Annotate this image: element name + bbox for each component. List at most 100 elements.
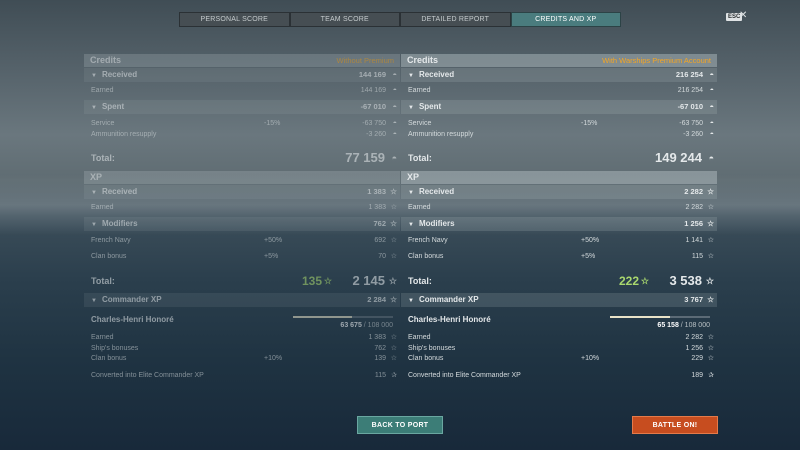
xp-total-value: 3 538	[669, 273, 702, 288]
navy-row: French Navy +50% 692 ☆	[84, 235, 400, 246]
commander-xp-section[interactable]: ▼ Commander XP 2 284 ☆	[84, 293, 400, 307]
chevron-down-icon: ▼	[91, 298, 97, 304]
clan-bonus-row: Clan bonus +5% 70 ☆	[84, 251, 400, 262]
chevron-down-icon: ▼	[408, 190, 414, 196]
cmd-earned-row: Earned 1 383 ☆	[84, 332, 400, 343]
chevron-down-icon: ▼	[91, 105, 97, 111]
credits-received-section[interactable]: ▼ Received 216 254 ◓	[401, 68, 717, 82]
modifiers-value: 1 256	[684, 219, 703, 228]
tab-detailed-report[interactable]: DETAILED REPORT	[400, 12, 511, 27]
earned-value: 144 169	[360, 87, 386, 94]
chevron-down-icon: ▼	[408, 222, 414, 228]
elite-xp-row: Converted into Elite Commander XP 115 ✰	[84, 370, 400, 381]
spent-label: Spent	[418, 102, 442, 111]
xp-earned-value: 2 282	[685, 204, 703, 211]
credits-earned-row: Earned 144 169 ◓	[84, 85, 400, 96]
service-row: Service -15% -63 750 ◓	[84, 118, 400, 129]
chevron-down-icon: ▼	[91, 190, 97, 196]
account-type-label: Without Premium	[336, 56, 394, 65]
credits-earned-row: Earned 216 254 ◓	[401, 85, 717, 96]
xp-earned-value: 1 383	[368, 204, 386, 211]
service-percent: -15%	[264, 120, 281, 127]
star-icon: ☆	[390, 355, 397, 362]
star-icon: ☆	[707, 295, 714, 304]
star-icon: ☆	[390, 204, 397, 211]
battle-on-button[interactable]: BATTLE ON!	[632, 416, 718, 434]
commander-xp-progress-fill	[293, 316, 352, 318]
xp-earned-row: Earned 1 383 ☆	[84, 202, 400, 213]
service-percent: -15%	[581, 120, 598, 127]
credits-spent-section[interactable]: ▼ Spent -67 010 ◓	[84, 100, 400, 114]
cmd-earned-label: Earned	[408, 334, 431, 341]
xp-received-label: Received	[101, 187, 138, 196]
ship-bonus-label: Ship's bonuses	[408, 345, 456, 352]
clan-percent: +5%	[264, 253, 279, 260]
credits-received-section[interactable]: ▼ Received 144 169 ◓	[84, 68, 400, 82]
xp-received-section[interactable]: ▼ Received 1 383 ☆	[84, 185, 400, 199]
tab-personal-score[interactable]: PERSONAL SCORE	[179, 12, 290, 27]
free-xp-value: 222	[618, 274, 639, 288]
cmd-clan-percent: +10%	[581, 355, 600, 362]
xp-total-label: Total:	[91, 276, 115, 286]
navy-label: French Navy	[408, 237, 448, 244]
credits-spent-section[interactable]: ▼ Spent -67 010 ◓	[401, 100, 717, 114]
xp-title: XP	[90, 172, 103, 182]
ammo-value: -3 260	[366, 131, 386, 138]
xp-header: XP	[401, 171, 717, 184]
commander-name: Charles-Henri Honoré	[408, 315, 491, 324]
commander-row: Charles-Henri Honoré 63 675 / 108 000	[84, 313, 400, 329]
commander-name: Charles-Henri Honoré	[91, 315, 174, 324]
free-xp-star-icon: ☆	[640, 276, 649, 286]
back-to-port-button[interactable]: BACK TO PORT	[357, 416, 443, 434]
credits-total-row: Total: 77 159 ◓	[84, 146, 400, 170]
xp-earned-row: Earned 2 282 ☆	[401, 202, 717, 213]
coin-icon: ◓	[392, 120, 397, 127]
chevron-down-icon: ▼	[91, 73, 97, 79]
tab-credits-and-xp[interactable]: CREDITS AND XP	[510, 12, 621, 27]
coin-icon: ◓	[391, 153, 397, 163]
coin-icon: ◓	[708, 153, 714, 163]
xp-header: XP	[84, 171, 400, 184]
commander-xp-section[interactable]: ▼ Commander XP 3 767 ☆	[401, 293, 717, 307]
star-icon: ☆	[388, 276, 397, 286]
star-icon: ☆	[390, 187, 397, 196]
xp-received-section[interactable]: ▼ Received 2 282 ☆	[401, 185, 717, 199]
service-value: -63 750	[362, 120, 386, 127]
cmd-earned-value: 2 282	[685, 334, 703, 341]
navy-percent: +50%	[581, 237, 600, 244]
cmd-clan-label: Clan bonus	[91, 355, 127, 362]
star-icon: ☆	[707, 237, 714, 244]
ammo-label: Ammunition resupply	[91, 131, 157, 138]
chevron-down-icon: ▼	[408, 298, 414, 304]
xp-total-row: Total: 135 ☆ 2 145 ☆	[84, 269, 400, 293]
column-without-premium: Credits Without Premium ▼ Received 144 169 ◓…	[84, 54, 400, 389]
xp-received-value: 2 282	[684, 187, 703, 196]
coin-icon: ◓	[709, 70, 714, 79]
star-icon: ☆	[390, 253, 397, 260]
column-with-premium: Credits With Warships Premium Account ▼ Re…	[401, 54, 717, 389]
commander-xp-max: / 108 000	[680, 322, 710, 329]
tab-team-score[interactable]: TEAM SCORE	[289, 12, 400, 27]
cmd-clan-label: Clan bonus	[408, 355, 444, 362]
cmd-clan-row: Clan bonus +10% 229 ☆	[401, 353, 717, 364]
ammo-label: Ammunition resupply	[408, 131, 474, 138]
received-value: 216 254	[675, 70, 703, 79]
modifiers-section[interactable]: ▼ Modifiers 1 256 ☆	[401, 217, 717, 231]
received-value: 144 169	[358, 70, 386, 79]
elite-label: Converted into Elite Commander XP	[408, 372, 521, 379]
credits-title: Credits	[407, 55, 439, 65]
commander-xp-value: 2 284	[367, 295, 386, 304]
chevron-down-icon: ▼	[408, 73, 414, 79]
elite-value: 189	[691, 372, 703, 379]
star-icon: ☆	[705, 276, 714, 286]
navy-row: French Navy +50% 1 141 ☆	[401, 235, 717, 246]
chevron-down-icon: ▼	[91, 222, 97, 228]
clan-label: Clan bonus	[408, 253, 444, 260]
modifiers-section[interactable]: ▼ Modifiers 762 ☆	[84, 217, 400, 231]
navy-value: 1 141	[685, 237, 703, 244]
close-icon[interactable]: ✕	[739, 10, 747, 21]
free-xp-star-icon: ☆	[323, 276, 332, 286]
xp-received-value: 1 383	[367, 187, 386, 196]
xp-earned-label: Earned	[91, 204, 114, 211]
received-label: Received	[101, 70, 138, 79]
